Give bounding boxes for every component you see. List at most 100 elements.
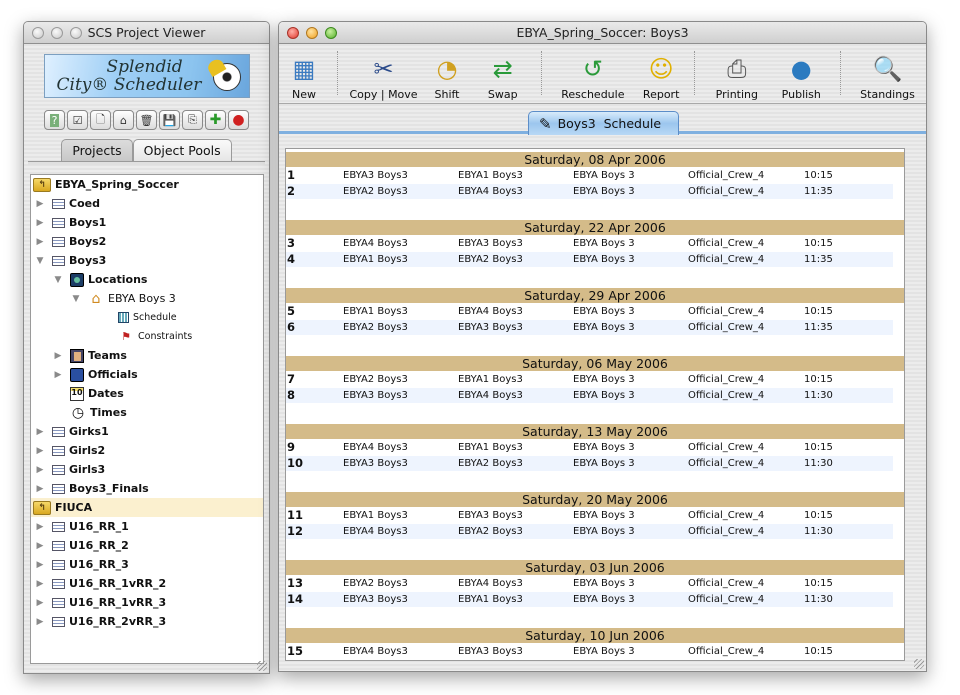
disclosure-collapsed-icon[interactable]: ▶ bbox=[35, 465, 45, 475]
tree-item[interactable]: ▶ U16_RR_1 bbox=[31, 517, 263, 536]
tree-item[interactable]: ▶ U16_RR_2 bbox=[31, 536, 263, 555]
location: EBYA Boys 3 bbox=[573, 373, 635, 385]
disclosure-collapsed-icon[interactable]: ▶ bbox=[35, 237, 45, 247]
tree-item[interactable]: ⚑ Constraints bbox=[31, 327, 263, 346]
game-row[interactable]: 14 EBYA3 Boys3 EBYA1 Boys3 EBYA Boys 3 Offic… bbox=[286, 591, 904, 607]
disclosure-collapsed-icon[interactable]: ▶ bbox=[35, 484, 45, 494]
disclosure-expanded-icon[interactable]: ▼ bbox=[35, 256, 45, 266]
minimize-button[interactable] bbox=[306, 26, 318, 39]
disclosure-collapsed-icon[interactable]: ▶ bbox=[35, 541, 45, 551]
swap-button[interactable]: ⇄ Swap bbox=[473, 43, 533, 101]
report-button[interactable]: ☺ Report bbox=[636, 43, 686, 101]
tree-item[interactable]: ▼ Locations bbox=[31, 270, 263, 289]
game-row[interactable]: 3 EBYA4 Boys3 EBYA3 Boys3 EBYA Boys 3 Offici… bbox=[286, 235, 904, 251]
tree-item[interactable]: ◷ Times bbox=[31, 403, 263, 422]
tree-item[interactable]: ▶ Boys2 bbox=[31, 232, 263, 251]
disclosure-collapsed-icon[interactable]: ▶ bbox=[35, 598, 45, 608]
schedule-list[interactable]: Saturday, 08 Apr 2006 1 EBYA3 Boys3 EBYA1 B… bbox=[285, 148, 905, 661]
disclosure-collapsed-icon[interactable]: ▶ bbox=[35, 560, 45, 570]
disclosure-expanded-icon[interactable]: ▼ bbox=[71, 294, 81, 304]
game-row[interactable]: 11 EBYA1 Boys3 EBYA3 Boys3 EBYA Boys 3 Offic… bbox=[286, 507, 904, 523]
stop-button[interactable]: ● bbox=[228, 110, 249, 130]
game-row[interactable]: 4 EBYA1 Boys3 EBYA2 Boys3 EBYA Boys 3 Offici… bbox=[286, 251, 904, 267]
add-button[interactable]: ✚ bbox=[205, 110, 226, 130]
tree-item[interactable]: ↰ FIUCA bbox=[31, 498, 263, 517]
game-number: 9 bbox=[287, 439, 296, 454]
tree-item[interactable]: ▶ Boys3_Finals bbox=[31, 479, 263, 498]
tree-item[interactable]: ▶ U16_RR_2vRR_3 bbox=[31, 612, 263, 631]
copy-move-icon: ✂ bbox=[373, 55, 394, 83]
disclosure-collapsed-icon[interactable]: ▶ bbox=[53, 351, 63, 361]
tree-item-label: U16_RR_2 bbox=[69, 539, 129, 552]
disclosure-collapsed-icon[interactable]: ▶ bbox=[35, 617, 45, 627]
game-row[interactable]: 12 EBYA4 Boys3 EBYA2 Boys3 EBYA Boys 3 Offic… bbox=[286, 523, 904, 539]
disclosure-collapsed-icon[interactable]: ▶ bbox=[53, 370, 63, 380]
tab-boys3-schedule[interactable]: ✎ Boys3 Schedule bbox=[528, 111, 679, 135]
close-button[interactable] bbox=[287, 26, 299, 39]
printing-button[interactable]: ⎙ Printing bbox=[703, 43, 770, 101]
disclosure-collapsed-icon[interactable]: ▶ bbox=[35, 427, 45, 437]
project-tree[interactable]: ↰ EBYA_Spring_Soccer ▶ Coed ▶ Boys1 ▶ Boys2 ▼ Boy… bbox=[30, 174, 264, 664]
game-row[interactable]: 13 EBYA2 Boys3 EBYA4 Boys3 EBYA Boys 3 Offic… bbox=[286, 575, 904, 591]
game-row[interactable]: 10 EBYA3 Boys3 EBYA2 Boys3 EBYA Boys 3 Offic… bbox=[286, 455, 904, 471]
disclosure-collapsed-icon[interactable]: ▶ bbox=[35, 522, 45, 532]
close-button[interactable] bbox=[32, 26, 44, 39]
tree-item[interactable]: ▶ Officials bbox=[31, 365, 263, 384]
game-row[interactable]: 15 EBYA4 Boys3 EBYA3 Boys3 EBYA Boys 3 Offic… bbox=[286, 643, 904, 659]
tree-item[interactable]: 10 Dates bbox=[31, 384, 263, 403]
tree-item[interactable]: ▶ Girks1 bbox=[31, 422, 263, 441]
game-row[interactable]: 9 EBYA4 Boys3 EBYA1 Boys3 EBYA Boys 3 Offici… bbox=[286, 439, 904, 455]
tree-item[interactable]: ▶ Boys1 bbox=[31, 213, 263, 232]
disclosure-collapsed-icon[interactable]: ▶ bbox=[35, 218, 45, 228]
new-button[interactable]: ▦ New bbox=[279, 43, 329, 101]
tree-item[interactable]: ▼ ⌂ EBYA Boys 3 bbox=[31, 289, 263, 308]
home-team: EBYA2 Boys3 bbox=[342, 319, 457, 335]
tree-item[interactable]: Schedule bbox=[31, 308, 263, 327]
game-row[interactable]: 16EBYA1 Boys3EBYA2 Boys3EBYA Boys 3Offic… bbox=[286, 659, 904, 660]
game-row[interactable]: 5 EBYA1 Boys3 EBYA4 Boys3 EBYA Boys 3 Offici… bbox=[286, 303, 904, 319]
disclosure-expanded-icon[interactable]: ▼ bbox=[53, 275, 63, 285]
shift-button[interactable]: ◔ Shift bbox=[421, 43, 473, 101]
tab-object-pools[interactable]: Object Pools bbox=[132, 139, 232, 161]
tree-item[interactable]: ▶ Girls3 bbox=[31, 460, 263, 479]
copy-move-button[interactable]: ✂ Copy | Move bbox=[346, 43, 421, 101]
disclosure-collapsed-icon[interactable]: ▶ bbox=[35, 199, 45, 209]
publish-button[interactable]: ● Publish bbox=[771, 43, 833, 101]
standings-button[interactable]: 🔍 Standings bbox=[849, 43, 926, 101]
save-button[interactable]: 💾 bbox=[159, 110, 180, 130]
project-viewer-titlebar[interactable]: SCS Project Viewer bbox=[24, 22, 269, 44]
reschedule-button[interactable]: ↺ Reschedule bbox=[550, 43, 637, 101]
game-row[interactable]: 6 EBYA2 Boys3 EBYA3 Boys3 EBYA Boys 3 Offici… bbox=[286, 319, 904, 335]
disclosure-collapsed-icon[interactable]: ▶ bbox=[35, 446, 45, 456]
tree-item[interactable]: ▶ U16_RR_3 bbox=[31, 555, 263, 574]
schedule-titlebar[interactable]: EBYA_Spring_Soccer: Boys3 bbox=[279, 22, 926, 44]
date-group: Saturday, 03 Jun 2006 13 EBYA2 Boys3 EBYA4 … bbox=[286, 560, 904, 607]
tree-item[interactable]: ↰ EBYA_Spring_Soccer bbox=[31, 175, 263, 194]
tree-item[interactable]: ▶ U16_RR_1vRR_3 bbox=[31, 593, 263, 612]
resize-grip[interactable] bbox=[914, 659, 924, 669]
resize-grip[interactable] bbox=[257, 661, 267, 671]
disclosure-collapsed-icon[interactable]: ▶ bbox=[35, 579, 45, 589]
tree-item[interactable]: ▶ Teams bbox=[31, 346, 263, 365]
zoom-button[interactable] bbox=[70, 26, 82, 39]
checklist-button[interactable]: ☑ bbox=[67, 110, 88, 130]
save-as-button[interactable]: ⎘ bbox=[182, 110, 203, 130]
game-row[interactable]: 1 EBYA3 Boys3 EBYA1 Boys3 EBYA Boys 3 Offici… bbox=[286, 167, 904, 183]
tree-item[interactable]: ▼ Boys3 bbox=[31, 251, 263, 270]
open-folder-button[interactable]: ⌂ bbox=[113, 110, 134, 130]
game-row[interactable]: 7 EBYA2 Boys3 EBYA1 Boys3 EBYA Boys 3 Offici… bbox=[286, 371, 904, 387]
zoom-button[interactable] bbox=[325, 26, 337, 39]
new-document-button[interactable]: 🗋 bbox=[90, 110, 111, 130]
game-row[interactable]: 8 EBYA3 Boys3 EBYA4 Boys3 EBYA Boys 3 Offici… bbox=[286, 387, 904, 403]
minimize-button[interactable] bbox=[51, 26, 63, 39]
tree-item[interactable]: ▶ Girls2 bbox=[31, 441, 263, 460]
tree-item-label: U16_RR_3 bbox=[69, 558, 129, 571]
tab-label: Boys3 Schedule bbox=[557, 116, 662, 131]
tab-projects[interactable]: Projects bbox=[61, 139, 133, 161]
game-row[interactable]: 2 EBYA2 Boys3 EBYA4 Boys3 EBYA Boys 3 Offici… bbox=[286, 183, 904, 199]
tree-item[interactable]: ▶ U16_RR_1vRR_2 bbox=[31, 574, 263, 593]
trash-button[interactable]: 🗑 bbox=[136, 110, 157, 130]
tree-item[interactable]: ▶ Coed bbox=[31, 194, 263, 213]
help-button[interactable]: ? bbox=[44, 110, 65, 130]
official-crew: Official_Crew_4 bbox=[688, 373, 765, 385]
